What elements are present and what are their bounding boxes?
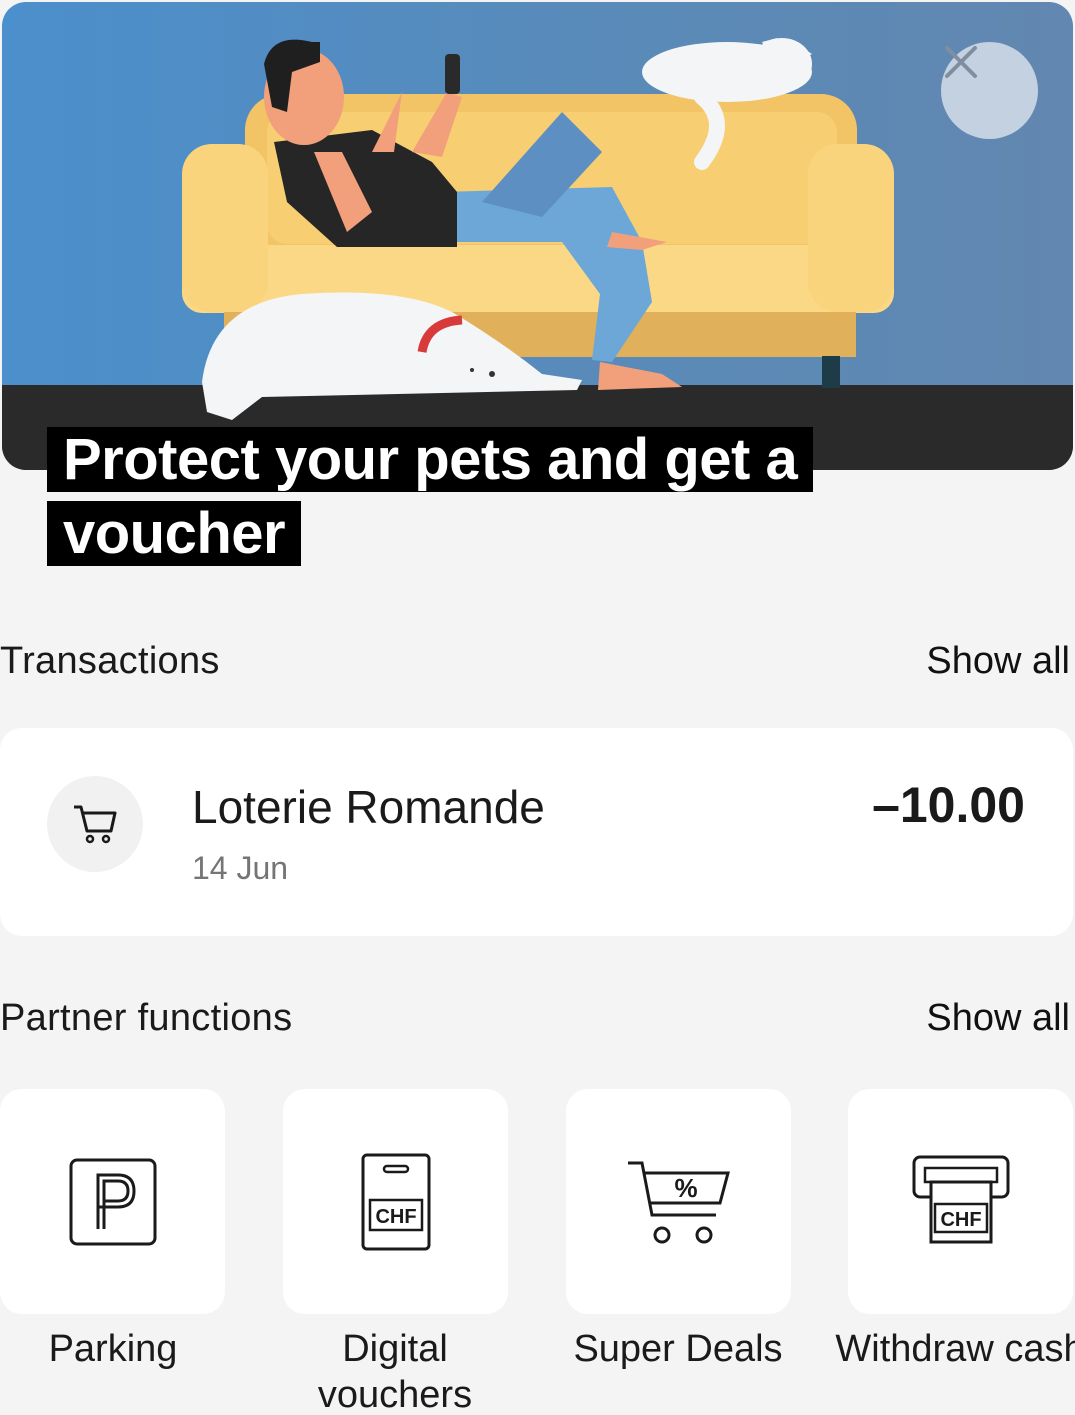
atm-cash-icon: CHF (912, 1155, 1009, 1243)
transactions-show-all-link[interactable]: Show all (926, 640, 1070, 683)
transactions-title: Transactions (0, 640, 220, 682)
parking-icon (69, 1158, 156, 1245)
discount-cart-icon: % (627, 1161, 730, 1243)
cart-icon (74, 805, 117, 844)
transaction-date: 14 Jun (192, 850, 289, 886)
svg-text:%: % (674, 1173, 697, 1203)
svg-text:CHF: CHF (375, 1206, 416, 1228)
close-icon (945, 46, 977, 78)
partner-functions-show-all-link[interactable]: Show all (926, 997, 1070, 1040)
partner-tile-super-deals[interactable]: % (566, 1089, 791, 1314)
partner-tile-parking[interactable] (0, 1089, 225, 1314)
svg-text:CHF: CHF (940, 1209, 981, 1231)
partner-tile-label-digital-vouchers: Digital vouchers (317, 1328, 473, 1415)
partner-functions-title: Partner functions (0, 997, 293, 1039)
close-button[interactable] (941, 42, 1038, 139)
partner-tile-label-super-deals: Super Deals (573, 1328, 783, 1370)
partner-tile-label-parking: Parking (48, 1328, 178, 1370)
app-screen: Protect your pets and get a voucher Tran… (0, 0, 1075, 1415)
transaction-amount: –10.00 (872, 777, 1025, 833)
partner-tile-label-withdraw-cash: Withdraw cash (835, 1328, 1075, 1370)
banner-title: Protect your pets and get a voucher (47, 423, 847, 571)
promo-banner[interactable] (2, 2, 1073, 470)
partner-tile-withdraw-cash[interactable]: CHF (848, 1089, 1073, 1314)
voucher-card-icon: CHF (361, 1153, 430, 1250)
transaction-row[interactable]: Loterie Romande 14 Jun –10.00 (0, 728, 1073, 936)
pets-illustration (2, 38, 1073, 470)
partner-tile-digital-vouchers[interactable]: CHF (283, 1089, 508, 1314)
transaction-merchant: Loterie Romande (192, 781, 545, 833)
transaction-category-icon (47, 776, 143, 872)
transactions-header: Transactions Show all (0, 640, 1075, 690)
partner-functions-header: Partner functions Show all (0, 997, 1075, 1047)
